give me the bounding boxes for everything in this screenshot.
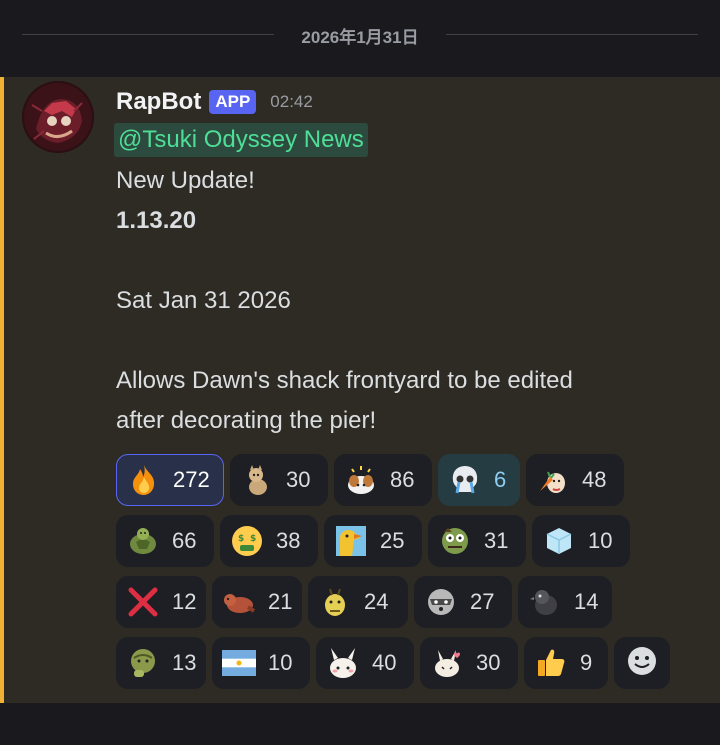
reaction-count: 40 [372,650,397,675]
reaction-count: 48 [582,467,607,492]
reaction-yellow-bee[interactable]: 24 [308,576,408,628]
thumbs-up-emoji-icon [532,644,570,682]
reaction-money-mouth[interactable]: $ $ 38 [220,515,318,567]
svg-text:$: $ [238,534,244,544]
reaction-count: 31 [484,528,509,553]
reaction-argentina-flag[interactable]: 10 [212,637,310,689]
fire-emoji-icon [125,461,163,499]
reaction-dark-crow[interactable]: 14 [518,576,612,628]
divider-line-right [446,34,698,35]
reaction-count: 272 [173,467,210,492]
reaction-count: 25 [380,528,405,553]
smiley-icon [626,645,658,682]
reaction-count: 66 [172,528,197,553]
reaction-zombie-turtle[interactable]: 31 [428,515,526,567]
mention-highlight-bar [0,77,4,703]
avatar[interactable] [22,81,94,153]
turtle-emoji-icon [124,522,162,560]
ice-cube-emoji-icon [540,522,578,560]
reaction-count: 14 [574,589,599,614]
screaming-bird-emoji-icon [332,522,370,560]
reaction-thinking-turtle[interactable]: 13 [116,637,206,689]
raccoon-emoji-icon [422,583,460,621]
add-reaction-button[interactable] [614,637,670,689]
divider-date: 2026年1月31日 [301,28,419,47]
reaction-bunny-heart[interactable]: 30 [420,637,518,689]
reaction-count: 21 [268,589,293,614]
date-divider: 2026年1月31日 [0,0,720,70]
username[interactable]: RapBot [116,88,201,116]
reaction-thumbs-up[interactable]: 9 [524,637,608,689]
crying-skull-emoji-icon [446,461,484,499]
message: RapBot APP 02:42 @Tsuki Odyssey News New… [0,77,720,703]
reaction-count: 12 [172,589,197,614]
reaction-fire[interactable]: 272 [116,454,224,506]
reaction-bunny-blush[interactable]: 40 [316,637,414,689]
role-mention[interactable]: @Tsuki Odyssey News [114,123,368,157]
reaction-cow-carrot[interactable]: 48 [526,454,624,506]
date-text: Sat Jan 31 2026 [116,287,291,314]
thinking-turtle-emoji-icon [124,644,162,682]
reaction-count: 6 [494,467,507,492]
beaver-emoji-icon [220,583,258,621]
reaction-count: 13 [172,650,197,675]
argentina-flag-emoji-icon [220,644,258,682]
reaction-raccoon[interactable]: 27 [414,576,512,628]
message-line: after decorating the pier! [116,407,377,434]
money-mouth-emoji-icon: $ $ [228,522,266,560]
sitting-cat-emoji-icon [238,461,276,499]
reaction-screaming-bird[interactable]: 25 [324,515,422,567]
message-line: Allows Dawn's shack frontyard to be edit… [116,367,573,394]
yellow-bee-emoji-icon [316,583,354,621]
reaction-ice-cube[interactable]: 10 [532,515,630,567]
bottom-strip [0,703,720,745]
message-line: New Update! [116,167,255,194]
reaction-count: 10 [268,650,293,675]
reaction-count: 38 [276,528,301,553]
reaction-dizzy-dog[interactable]: 86 [334,454,432,506]
reaction-count: 9 [580,650,593,675]
svg-text:$: $ [250,534,256,544]
reaction-count: 24 [364,589,389,614]
dizzy-dog-emoji-icon [342,461,380,499]
reaction-count: 30 [286,467,311,492]
reaction-count: 27 [470,589,495,614]
reaction-red-x[interactable]: 12 [116,576,206,628]
timestamp[interactable]: 02:42 [270,92,313,112]
reaction-count: 86 [390,467,415,492]
bunny-heart-emoji-icon [428,644,466,682]
message-header: RapBot APP 02:42 [116,87,313,117]
version-text: 1.13.20 [116,207,197,234]
cow-carrot-emoji-icon [534,461,572,499]
reaction-count: 10 [588,528,613,553]
dark-crow-emoji-icon [526,583,564,621]
reaction-beaver[interactable]: 21 [212,576,302,628]
app-badge: APP [209,90,257,114]
divider-line-left [22,34,274,35]
bunny-blush-emoji-icon [324,644,362,682]
reaction-crying-skull[interactable]: 6 [438,454,520,506]
reaction-turtle[interactable]: 66 [116,515,214,567]
zombie-turtle-emoji-icon [436,522,474,560]
reaction-count: 30 [476,650,501,675]
red-x-emoji-icon [124,583,162,621]
reaction-sitting-cat[interactable]: 30 [230,454,328,506]
